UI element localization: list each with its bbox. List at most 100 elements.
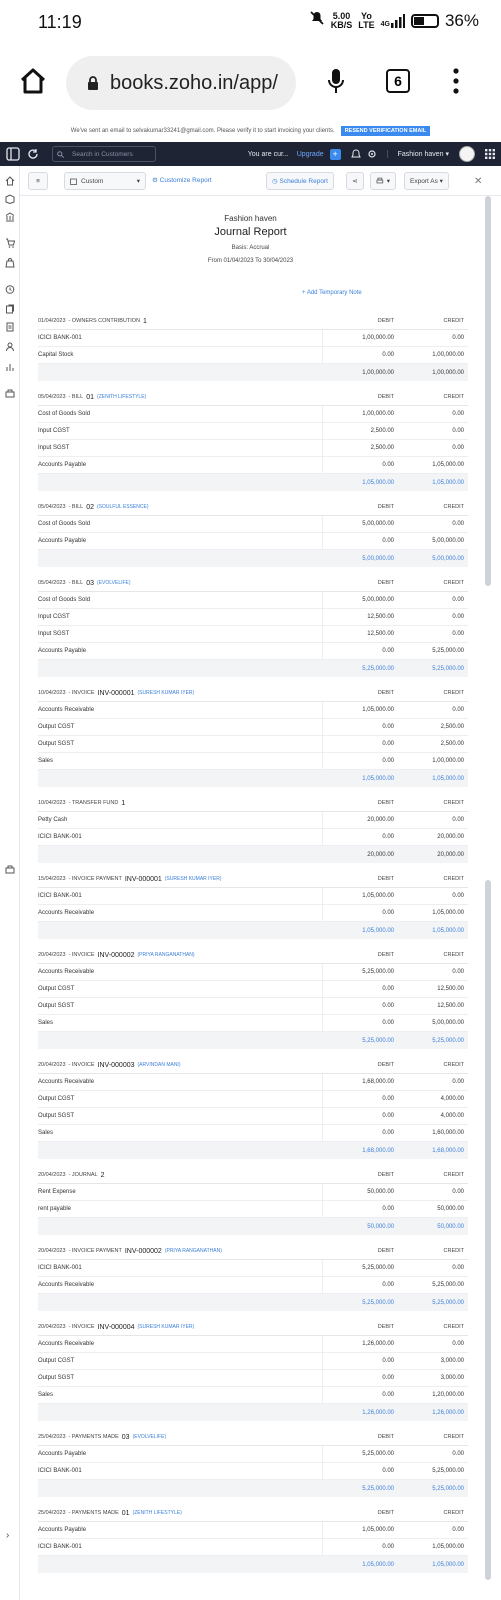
entry-number[interactable]: 01 xyxy=(86,394,94,401)
entry-number[interactable]: 2 xyxy=(101,1172,105,1179)
entry-number[interactable]: 03 xyxy=(122,1434,130,1441)
total-credit: 5,00,000.00 xyxy=(432,555,464,562)
debit-amount: 20,000.00 xyxy=(367,817,394,823)
home-icon[interactable] xyxy=(18,66,50,98)
signal-label: 4G xyxy=(380,20,390,28)
account-name: Sales xyxy=(38,1392,54,1398)
customize-report-link[interactable]: ⚙ Customize Report xyxy=(152,176,212,184)
apps-grid-icon[interactable] xyxy=(485,149,495,159)
entry-contact[interactable]: (SURESH KUMAR IYER) xyxy=(138,690,195,696)
documents-nav-icon[interactable] xyxy=(5,322,15,332)
entry-total-row: 1,68,000.00 1,68,000.00 xyxy=(38,1142,468,1159)
debit-header: DEBIT xyxy=(377,504,394,510)
resend-verification-button[interactable]: RESEND VERIFICATION EMAIL xyxy=(340,126,431,136)
net-speed-unit: KB/S xyxy=(330,19,353,30)
entry-number[interactable]: INV-000001 xyxy=(98,690,135,697)
entry-row: Accounts Receivable 1,26,000.00 0.00 xyxy=(38,1336,468,1353)
search-input[interactable]: Search in Customers xyxy=(52,146,156,162)
account-name: Accounts Payable xyxy=(38,462,87,468)
entry-date: 01/04/2023 xyxy=(38,318,66,324)
search-placeholder: Search in Customers xyxy=(72,150,133,158)
gear-icon[interactable] xyxy=(367,149,377,159)
avatar[interactable] xyxy=(459,146,475,162)
entry-number[interactable]: INV-000001 xyxy=(125,876,162,883)
refresh-icon[interactable] xyxy=(26,147,40,161)
entry-number[interactable]: INV-000002 xyxy=(98,952,135,959)
report-type-select[interactable]: Custom ▾ xyxy=(64,172,146,190)
credit-header: CREDIT xyxy=(443,1434,464,1440)
entry-number[interactable]: INV-000003 xyxy=(98,1062,135,1069)
sales-nav-icon[interactable] xyxy=(5,238,15,248)
account-name: Accounts Receivable xyxy=(38,910,95,916)
net-speed: 5.00 KB/S xyxy=(330,11,353,30)
org-switcher[interactable]: Fashion haven ▾ xyxy=(386,150,449,158)
scrollbar-lower[interactable] xyxy=(485,880,491,1580)
entry-contact[interactable]: (ARVINDAN MANI) xyxy=(138,1062,181,1068)
mic-icon[interactable] xyxy=(328,68,344,99)
entry-number[interactable]: 03 xyxy=(86,580,94,587)
home-nav-icon[interactable] xyxy=(5,176,15,186)
time-tracking-nav-icon[interactable] xyxy=(5,284,15,294)
more-menu-icon[interactable] xyxy=(453,68,459,99)
bell-icon[interactable] xyxy=(350,149,361,159)
total-debit: 20,000.00 xyxy=(367,851,394,858)
entry-contact[interactable]: (EVOLVELIFE) xyxy=(133,1434,167,1440)
apps-nav-icon[interactable] xyxy=(5,388,15,398)
entry-contact[interactable]: (ZENITH LIFESTYLE) xyxy=(97,394,146,400)
entry-number[interactable]: INV-000004 xyxy=(98,1324,135,1331)
entry-number[interactable]: 02 xyxy=(86,504,94,511)
share-icon[interactable]: ⋖ xyxy=(346,172,364,190)
print-button[interactable]: ▾ xyxy=(370,172,396,190)
total-credit: 20,000.00 xyxy=(437,851,464,858)
apps-nav-icon-bottom[interactable] xyxy=(5,864,15,874)
expand-sidebar-icon[interactable]: › xyxy=(6,1530,9,1541)
entry-number[interactable]: 1 xyxy=(121,800,125,807)
entry-contact[interactable]: (SOULFUL ESSENCE) xyxy=(97,504,149,510)
reports-nav-icon[interactable] xyxy=(5,362,15,372)
banking-nav-icon[interactable] xyxy=(5,212,15,222)
entry-row: Sales 0.00 1,60,000.00 xyxy=(38,1125,468,1142)
entry-contact[interactable]: (PRIYA RANGANATHAN) xyxy=(165,1248,222,1254)
url-field[interactable]: books.zoho.in/app/ xyxy=(66,56,296,110)
entry-number[interactable]: INV-000002 xyxy=(125,1248,162,1255)
debit-header: DEBIT xyxy=(377,1248,394,1254)
entry-contact[interactable]: (EVOLVELIFE) xyxy=(97,580,131,586)
entry-number[interactable]: 01 xyxy=(122,1510,130,1517)
debit-amount: 2,500.00 xyxy=(370,428,394,434)
entry-row: Cost of Goods Sold 5,00,000.00 0.00 xyxy=(38,592,468,609)
items-nav-icon[interactable] xyxy=(5,194,15,204)
journal-entry: 15/04/2023- INVOICE PAYMENT INV-000001 (SU… xyxy=(38,871,468,939)
entry-contact[interactable]: (SURESH KUMAR IYER) xyxy=(138,1324,195,1330)
users-nav-icon[interactable] xyxy=(5,342,15,352)
purchases-nav-icon[interactable] xyxy=(5,258,15,268)
entry-contact[interactable]: (PRIYA RANGANATHAN) xyxy=(138,952,195,958)
scrollbar[interactable] xyxy=(485,196,491,586)
entry-header: 05/04/2023- BILL 01 (ZENITH LIFESTYLE) DEBI… xyxy=(38,389,468,406)
entry-contact[interactable]: (ZENITH LIFESTYLE) xyxy=(133,1510,182,1516)
status-time: 11:19 xyxy=(38,12,82,32)
entry-header: 15/04/2023- INVOICE PAYMENT INV-000001 (SU… xyxy=(38,871,468,888)
credit-amount: 3,000.00 xyxy=(440,1358,464,1364)
entry-row: Sales 0.00 1,00,000.00 xyxy=(38,753,468,770)
entry-number[interactable]: 1 xyxy=(143,318,147,325)
debit-amount: 0.00 xyxy=(382,1468,394,1474)
quick-create-button[interactable]: + xyxy=(329,148,341,160)
entry-total-row: 5,00,000.00 5,00,000.00 xyxy=(38,550,468,567)
entry-header: 10/04/2023- INVOICE INV-000001 (SURESH KUM… xyxy=(38,685,468,702)
journal-entry: 20/04/2023- INVOICE INV-000002 (PRIYA RANG… xyxy=(38,947,468,1049)
app-logo-icon[interactable] xyxy=(6,147,20,161)
hamburger-icon[interactable]: ≡ xyxy=(28,172,48,190)
total-debit: 1,68,000.00 xyxy=(362,1147,394,1154)
export-as-button[interactable]: Export As ▾ xyxy=(404,172,449,190)
tabs-button[interactable]: 6 xyxy=(386,69,410,93)
add-temporary-note-link[interactable]: + Add Temporary Note xyxy=(302,290,362,296)
upgrade-link[interactable]: Upgrade xyxy=(297,151,324,158)
entry-dash: - xyxy=(68,1510,71,1516)
close-icon[interactable]: ✕ xyxy=(474,176,482,187)
journal-entry: 05/04/2023- BILL 03 (EVOLVELIFE) DEBIT CREDI… xyxy=(38,575,468,677)
entry-contact[interactable]: (SURESH KUMAR IYER) xyxy=(165,876,222,882)
accountant-nav-icon[interactable] xyxy=(5,304,15,314)
entry-dash: - xyxy=(68,800,71,806)
entry-row: Output CGST 0.00 3,000.00 xyxy=(38,1353,468,1370)
schedule-report-button[interactable]: ◷ Schedule Report xyxy=(266,172,334,190)
